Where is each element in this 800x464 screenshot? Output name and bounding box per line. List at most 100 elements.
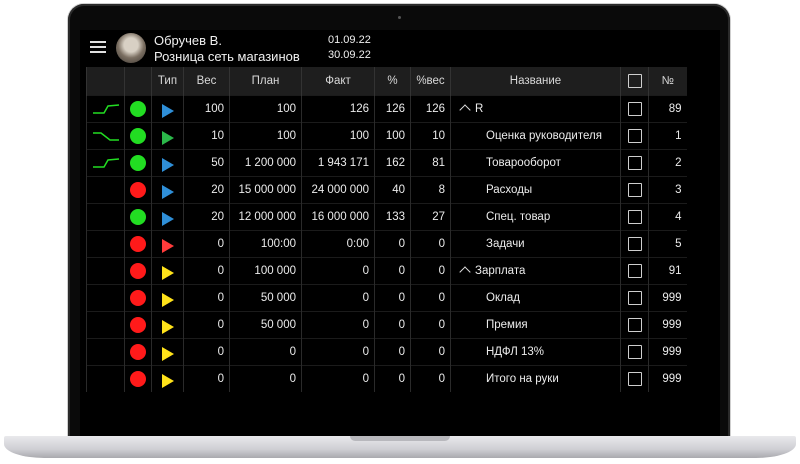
play-triangle-icon[interactable] [161, 131, 174, 145]
row-checkbox[interactable] [627, 372, 642, 386]
percent-weight-cell: 0 [410, 338, 451, 366]
table-row[interactable]: 0 0 0 0 0 НДФЛ 13% 999 [86, 338, 687, 366]
type-cell [151, 149, 184, 177]
row-name-label: Премия [486, 319, 528, 331]
select-all-checkbox[interactable] [627, 74, 642, 88]
table-row[interactable]: 50 1 200 000 1 943 171 162 81 Товарооборот 2 [86, 149, 687, 177]
trend-cell [86, 122, 125, 150]
table-row[interactable]: 0 50 000 0 0 0 Премия 999 [86, 311, 687, 339]
col-header-trend [86, 67, 125, 96]
name-cell[interactable]: Премия [450, 311, 621, 339]
name-cell[interactable]: Спец. товар [450, 203, 621, 231]
col-header-fact[interactable]: Факт [301, 67, 375, 96]
row-checkbox[interactable] [627, 291, 642, 305]
chevron-up-icon[interactable] [459, 266, 471, 278]
period-end-date[interactable]: 30.09.22 [328, 49, 371, 61]
checkbox-cell[interactable] [620, 311, 649, 339]
row-number-cell: 5 [648, 230, 687, 258]
name-cell[interactable]: НДФЛ 13% [450, 338, 621, 366]
weight-cell: 0 [183, 230, 230, 258]
row-checkbox[interactable] [627, 237, 642, 251]
play-triangle-icon[interactable] [161, 104, 174, 118]
col-header-number[interactable]: № [648, 67, 687, 96]
col-header-percent-weight[interactable]: %вес [410, 67, 451, 96]
hamburger-menu-icon[interactable] [90, 41, 106, 53]
col-header-name[interactable]: Название [450, 67, 621, 96]
plan-cell: 0 [229, 365, 302, 392]
type-cell [151, 95, 184, 123]
status-cell [124, 95, 152, 123]
play-triangle-icon[interactable] [161, 158, 174, 172]
row-checkbox[interactable] [627, 210, 642, 224]
type-cell [151, 176, 184, 204]
play-triangle-icon[interactable] [161, 212, 174, 226]
period-start-date[interactable]: 01.09.22 [328, 34, 371, 46]
percent-weight-cell: 0 [410, 257, 451, 285]
fact-cell: 100 [301, 122, 375, 150]
row-name-label: Задачи [486, 238, 525, 250]
name-cell[interactable]: Оклад [450, 284, 621, 312]
plan-cell: 100 [229, 122, 302, 150]
checkbox-cell[interactable] [620, 365, 649, 392]
table-row[interactable]: 0 100:00 0:00 0 0 Задачи 5 [86, 230, 687, 258]
trend-down-sparkline-icon [92, 132, 119, 141]
row-checkbox[interactable] [627, 156, 642, 170]
percent-cell: 100 [374, 122, 411, 150]
row-checkbox[interactable] [627, 129, 642, 143]
table-row[interactable]: 20 15 000 000 24 000 000 40 8 Расходы 3 [86, 176, 687, 204]
table-row[interactable]: 10 100 100 100 10 Оценка руководителя 1 [86, 122, 687, 150]
row-checkbox[interactable] [627, 183, 642, 197]
name-cell[interactable]: R [450, 95, 621, 123]
table-row[interactable]: 0 0 0 0 0 Итого на руки 999 [86, 365, 687, 392]
play-triangle-icon[interactable] [161, 347, 174, 361]
percent-cell: 0 [374, 311, 411, 339]
table-row[interactable]: 20 12 000 000 16 000 000 133 27 Спец. товар 4 [86, 203, 687, 231]
percent-cell: 162 [374, 149, 411, 177]
weight-cell: 20 [183, 203, 230, 231]
checkbox-cell[interactable] [620, 122, 649, 150]
name-cell[interactable]: Товарооборот [450, 149, 621, 177]
select-all-checkbox-header[interactable] [620, 67, 649, 96]
checkbox-cell[interactable] [620, 95, 649, 123]
row-checkbox[interactable] [627, 345, 642, 359]
weight-cell: 50 [183, 149, 230, 177]
play-triangle-icon[interactable] [161, 374, 174, 388]
avatar[interactable] [116, 33, 146, 63]
name-cell[interactable]: Итого на руки [450, 365, 621, 392]
chevron-up-icon[interactable] [459, 104, 471, 116]
checkbox-cell[interactable] [620, 230, 649, 258]
percent-cell: 0 [374, 365, 411, 392]
col-header-plan[interactable]: План [229, 67, 302, 96]
checkbox-cell[interactable] [620, 257, 649, 285]
row-checkbox[interactable] [627, 102, 642, 116]
play-triangle-icon[interactable] [161, 293, 174, 307]
name-cell[interactable]: Оценка руководителя [450, 122, 621, 150]
checkbox-cell[interactable] [620, 149, 649, 177]
name-cell[interactable]: Задачи [450, 230, 621, 258]
status-cell [124, 149, 152, 177]
col-header-percent[interactable]: % [374, 67, 411, 96]
plan-cell: 100 [229, 95, 302, 123]
play-triangle-icon[interactable] [161, 239, 174, 253]
fact-cell: 0 [301, 338, 375, 366]
checkbox-cell[interactable] [620, 176, 649, 204]
row-checkbox[interactable] [627, 264, 642, 278]
row-checkbox[interactable] [627, 318, 642, 332]
fact-cell: 16 000 000 [301, 203, 375, 231]
name-cell[interactable]: Зарплата [450, 257, 621, 285]
col-header-type[interactable]: Тип [151, 67, 184, 96]
table-row[interactable]: 0 50 000 0 0 0 Оклад 999 [86, 284, 687, 312]
col-header-weight[interactable]: Вес [183, 67, 230, 96]
table-row[interactable]: 100 100 126 126 126 R 89 [86, 95, 687, 123]
play-triangle-icon[interactable] [161, 266, 174, 280]
play-triangle-icon[interactable] [161, 185, 174, 199]
table-row[interactable]: 0 100 000 0 0 0 Зарплата 91 [86, 257, 687, 285]
checkbox-cell[interactable] [620, 338, 649, 366]
checkbox-cell[interactable] [620, 203, 649, 231]
name-cell[interactable]: Расходы [450, 176, 621, 204]
percent-weight-cell: 27 [410, 203, 451, 231]
play-triangle-icon[interactable] [161, 320, 174, 334]
checkbox-cell[interactable] [620, 284, 649, 312]
trend-up-sparkline-icon [92, 104, 119, 114]
row-name-label: Зарплата [475, 265, 526, 277]
